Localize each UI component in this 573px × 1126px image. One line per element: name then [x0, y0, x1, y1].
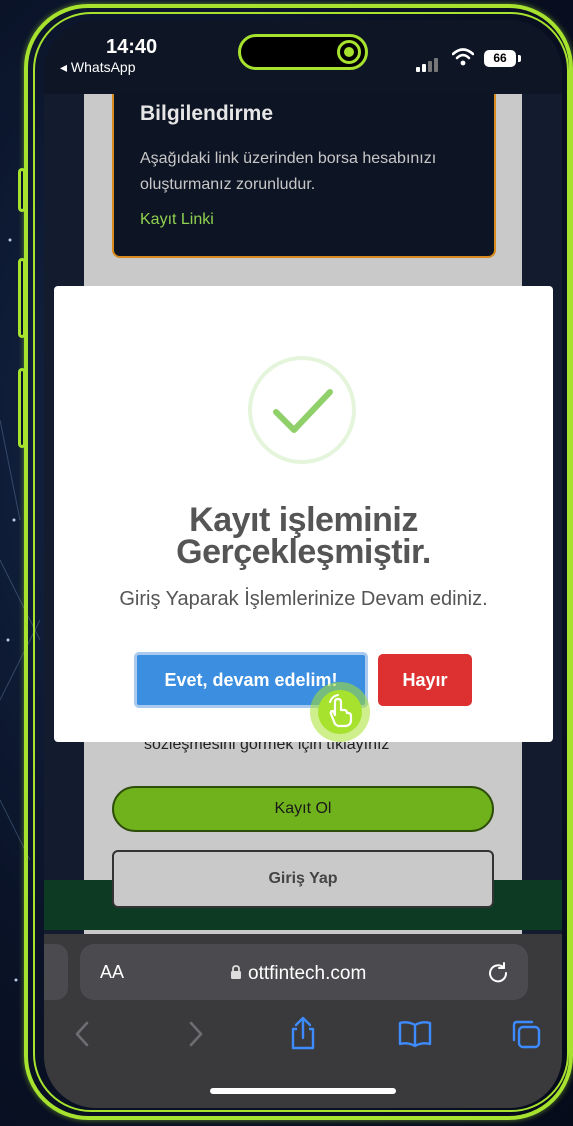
- modal-title: Kayıt işleminiz Gerçekleşmiştir.: [54, 501, 553, 571]
- modal-title-line-1: Kayıt işleminiz: [189, 501, 418, 539]
- camera-icon: [337, 40, 361, 64]
- battery-cap: [518, 55, 521, 62]
- clock: 14:40: [106, 36, 158, 58]
- success-check-icon: [248, 356, 356, 464]
- info-title: Bilgilendirme: [140, 102, 274, 125]
- register-link[interactable]: Kayıt Linki: [140, 211, 214, 229]
- forward-arrow-icon[interactable]: [186, 1020, 206, 1048]
- hand-pointer-icon: [318, 690, 362, 734]
- silent-switch: [18, 168, 26, 212]
- share-icon[interactable]: [288, 1016, 318, 1050]
- volume-down-button: [18, 368, 26, 448]
- phone-screen: Bilgilendirme Aşağıdaki link üzerinden b…: [44, 20, 562, 1108]
- back-arrow-icon[interactable]: [72, 1020, 92, 1048]
- reload-icon[interactable]: [486, 960, 510, 984]
- previous-tab-preview[interactable]: [44, 944, 68, 1000]
- volume-up-button: [18, 258, 26, 338]
- info-text: Aşağıdaki link üzerinden borsa hesabınız…: [140, 150, 437, 193]
- back-to-app-link[interactable]: ◂ WhatsApp: [60, 59, 136, 76]
- tabs-icon[interactable]: [510, 1018, 542, 1050]
- battery-icon: 66: [484, 50, 516, 67]
- cellular-signal-icon: [416, 58, 438, 72]
- cancel-button[interactable]: Hayır: [378, 654, 472, 706]
- home-indicator[interactable]: [210, 1088, 396, 1094]
- modal-title-line-2: Gerçekleşmiştir.: [176, 533, 431, 571]
- register-button[interactable]: Kayıt Ol: [112, 786, 494, 832]
- lock-icon: [231, 965, 241, 979]
- url-text[interactable]: ottfintech.com: [248, 963, 366, 985]
- modal-message: Giriş Yaparak İşlemlerinize Devam ediniz…: [119, 588, 488, 610]
- tap-indicator: [310, 682, 370, 742]
- dynamic-island: [238, 34, 368, 70]
- wifi-icon: [452, 48, 474, 66]
- bookmarks-icon[interactable]: [398, 1020, 432, 1048]
- reader-settings-button[interactable]: AA: [100, 962, 124, 983]
- login-button[interactable]: Giriş Yap: [112, 850, 494, 908]
- success-modal: Kayıt işleminiz Gerçekleşmiştir. Giriş Y…: [54, 286, 553, 742]
